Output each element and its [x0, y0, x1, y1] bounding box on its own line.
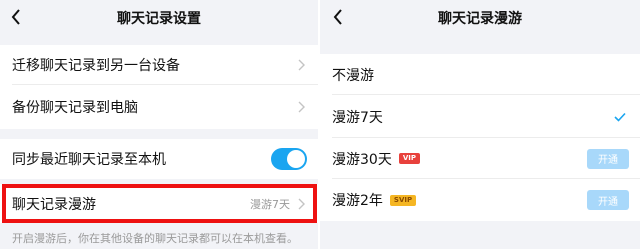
chevron-right-icon [298, 59, 305, 71]
item-label: 备份聊天记录到电脑 [12, 100, 138, 116]
sync-toggle[interactable] [271, 148, 307, 170]
item-label: 迁移聊天记录到另一台设备 [12, 58, 180, 74]
page-title: 聊天记录设置 [117, 10, 201, 27]
svip-badge: SVIP [389, 194, 417, 206]
highlight-box [2, 184, 317, 223]
option-roaming-7-days[interactable]: 漫游7天 [320, 95, 640, 138]
vip-badge: VIP [398, 153, 420, 164]
page-title: 聊天记录漫游 [438, 10, 522, 27]
chevron-left-icon [11, 9, 20, 25]
roaming-footnote: 开启漫游后，你在其他设备的聊天记录都可以在本机查看。 [12, 232, 298, 245]
nav-bar: 聊天记录设置 [0, 0, 318, 35]
backup-to-pc-item[interactable]: 备份聊天记录到电脑 [0, 85, 318, 129]
chevron-left-icon [333, 9, 342, 25]
option-label: 漫游2年 [332, 193, 383, 209]
toggle-knob [287, 150, 305, 168]
history-roaming-panel: 聊天记录漫游 不漫游 漫游7天 漫游30天 VIP 开通 漫游2年 SVIP 开… [320, 0, 640, 249]
migrate-history-item[interactable]: 迁移聊天记录到另一台设备 [0, 45, 318, 85]
option-label: 漫游30天 [332, 151, 392, 168]
activate-button[interactable]: 开通 [587, 148, 629, 169]
activate-button[interactable]: 开通 [587, 190, 629, 210]
option-no-roaming[interactable]: 不漫游 [320, 54, 640, 95]
chat-history-settings-panel: 聊天记录设置 迁移聊天记录到另一台设备 备份聊天记录到电脑 同步最近聊天记录至本… [0, 0, 318, 249]
item-label: 同步最近聊天记录至本机 [12, 152, 166, 168]
option-label: 漫游7天 [332, 109, 383, 126]
option-roaming-30-days[interactable]: 漫游30天 VIP 开通 [320, 138, 640, 179]
back-button[interactable] [328, 6, 348, 28]
option-roaming-2-years[interactable]: 漫游2年 SVIP 开通 [320, 179, 640, 221]
sync-recent-history-item: 同步最近聊天记录至本机 [0, 139, 318, 179]
nav-bar: 聊天记录漫游 [320, 0, 640, 35]
chevron-right-icon [298, 101, 305, 113]
option-label: 不漫游 [332, 67, 374, 84]
checkmark-icon [614, 112, 626, 122]
back-button[interactable] [6, 6, 26, 28]
screenshot-root: 聊天记录设置 迁移聊天记录到另一台设备 备份聊天记录到电脑 同步最近聊天记录至本… [0, 0, 640, 249]
